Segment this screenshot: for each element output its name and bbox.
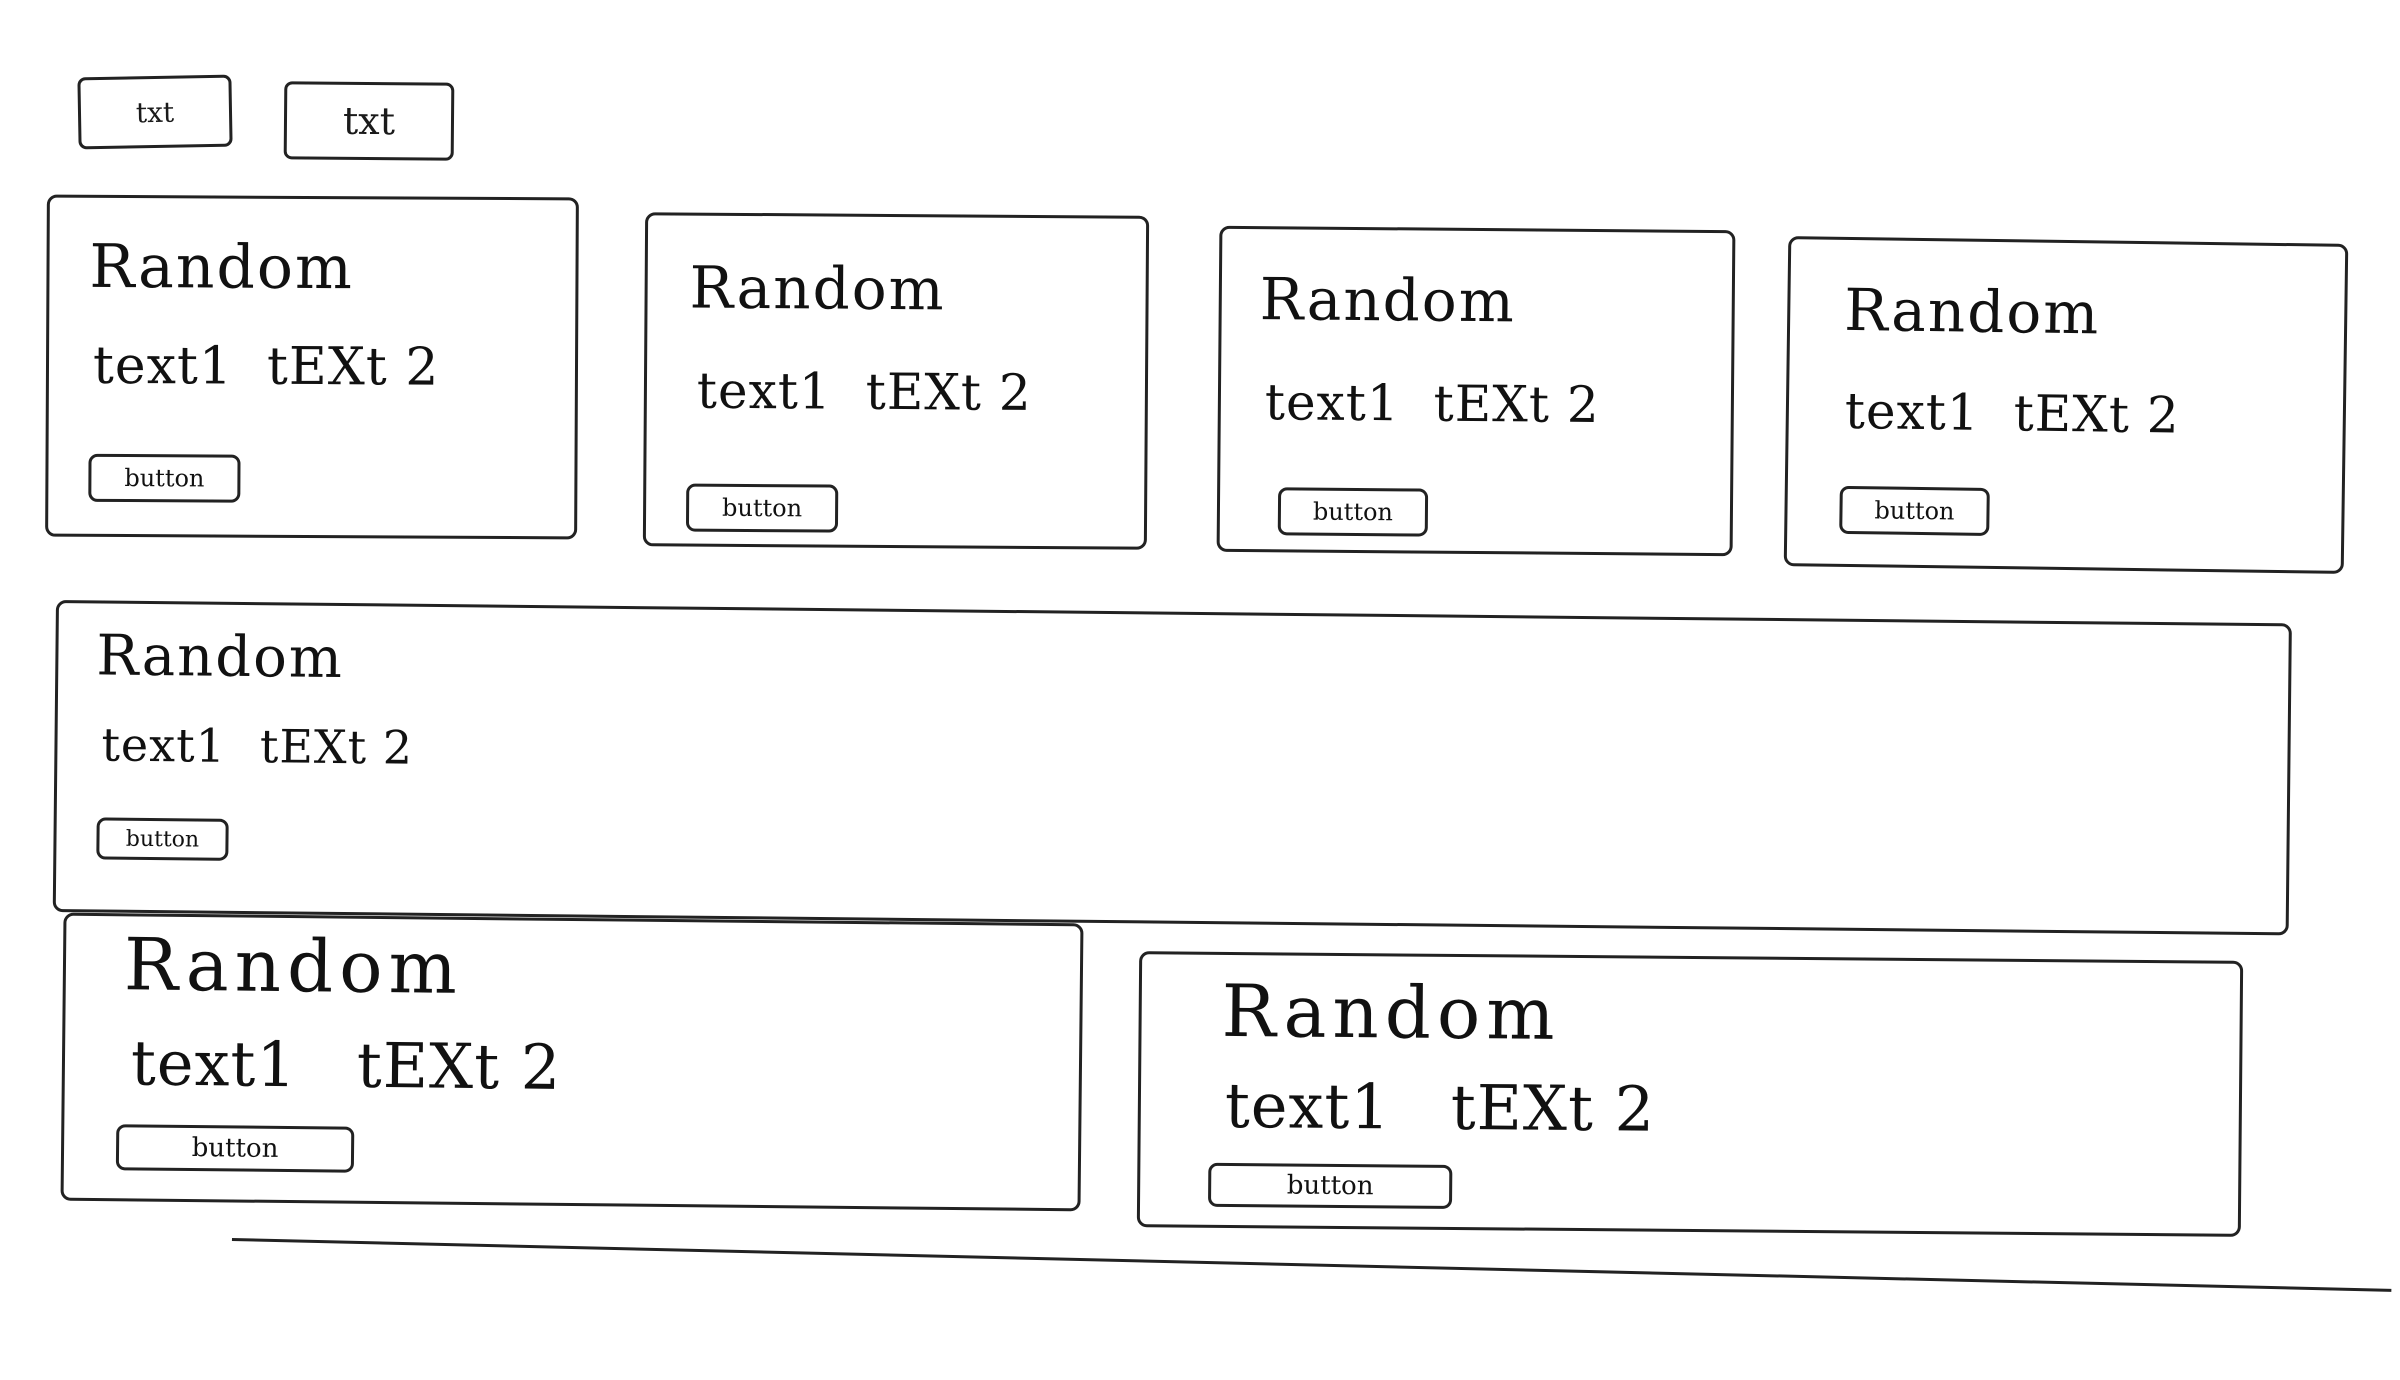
card-4: Random text1 tEXt 2 button (1783, 236, 2349, 574)
top-button-2-label: txt (342, 98, 396, 144)
card-6-text1: text1 (130, 1026, 298, 1102)
card-2-texts: text1 tEXt 2 (697, 362, 1032, 422)
card-1-texts: text1 tEXt 2 (93, 336, 440, 398)
card-3-button[interactable]: button (1277, 487, 1429, 537)
card-1-text1: text1 (92, 335, 234, 397)
card-7-title: Random (1221, 968, 1561, 1056)
top-button-1-label: txt (135, 95, 175, 129)
card-5-title: Random (96, 623, 345, 692)
card-7-text2: tEXt 2 (1450, 1070, 1656, 1146)
card-6-text2: tEXt 2 (356, 1028, 562, 1104)
top-button-1[interactable]: txt (77, 74, 233, 150)
card-7-text1: text1 (1224, 1068, 1392, 1144)
card-2-button-label: button (721, 493, 803, 523)
card-4-text2: tEXt 2 (2013, 384, 2181, 445)
card-3-text1: text1 (1264, 373, 1400, 433)
card-1-button[interactable]: button (88, 453, 241, 503)
card-2: Random text1 tEXt 2 button (642, 212, 1150, 550)
card-2-title: Random (689, 253, 946, 324)
card-1-text2: tEXt 2 (266, 336, 440, 398)
card-4-title: Random (1843, 275, 2101, 348)
card-7: Random text1 tEXt 2 button (1136, 951, 2244, 1237)
card-4-texts: text1 tEXt 2 (1844, 382, 2180, 445)
card-1-button-label: button (124, 464, 205, 493)
card-4-button-label: button (1874, 496, 1955, 526)
card-7-texts: text1 tEXt 2 (1225, 1069, 1656, 1146)
card-5-button-label: button (125, 826, 200, 853)
card-3-texts: text1 tEXt 2 (1265, 373, 1600, 434)
card-5-text1: text1 (101, 717, 227, 773)
card-6: Random text1 tEXt 2 button (60, 912, 1084, 1212)
card-2-button[interactable]: button (685, 483, 839, 533)
card-6-title: Random (123, 922, 464, 1010)
card-1: Random text1 tEXt 2 button (45, 194, 579, 540)
bottom-divider-line (231, 1238, 2392, 1292)
card-3-button-label: button (1312, 497, 1394, 527)
card-6-button[interactable]: button (115, 1124, 355, 1173)
top-button-2[interactable]: txt (283, 81, 455, 161)
card-3: Random text1 tEXt 2 button (1216, 225, 1736, 557)
card-5-text2: tEXt 2 (259, 719, 414, 775)
card-2-text2: tEXt 2 (865, 362, 1032, 422)
card-6-texts: text1 tEXt 2 (131, 1026, 562, 1104)
card-7-button-label: button (1286, 1170, 1374, 1202)
card-5-wide: Random text1 tEXt 2 button (52, 600, 2292, 936)
card-4-button[interactable]: button (1839, 485, 1990, 536)
card-7-button[interactable]: button (1207, 1162, 1453, 1209)
card-3-text2: tEXt 2 (1433, 374, 1600, 435)
card-5-texts: text1 tEXt 2 (101, 717, 413, 774)
card-5-button[interactable]: button (96, 817, 229, 861)
card-2-text1: text1 (696, 361, 832, 421)
card-4-text1: text1 (1844, 381, 1981, 442)
card-1-title: Random (89, 231, 355, 304)
card-3-title: Random (1259, 265, 1517, 336)
card-6-button-label: button (191, 1133, 279, 1164)
